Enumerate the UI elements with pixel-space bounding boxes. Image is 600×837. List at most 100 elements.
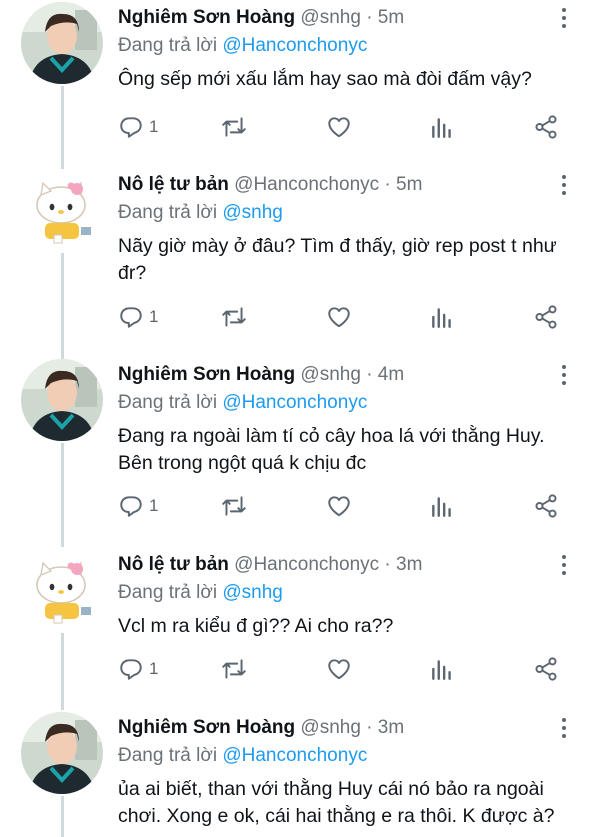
replying-to-handle[interactable]: @snhg (222, 582, 283, 603)
handle[interactable]: @snhg (300, 364, 361, 385)
replying-to-handle[interactable]: @Hanconchonyc (222, 35, 367, 56)
more-icon[interactable] (556, 553, 572, 577)
replying-to: Đang trả lời @Hanconchonyc (118, 744, 367, 768)
action-bar: 1 (0, 303, 600, 331)
share-button[interactable] (533, 113, 559, 141)
reply-icon (120, 117, 142, 138)
reply-button[interactable]: 1 (118, 655, 158, 683)
timestamp[interactable]: · 5m (366, 7, 404, 28)
action-bar: 1 (0, 492, 600, 520)
retweet-icon (222, 307, 246, 327)
tweet-text: Vcl m ra kiểu đ gì?? Ai cho ra?? (118, 615, 394, 637)
more-icon[interactable] (556, 716, 572, 740)
share-button[interactable] (533, 303, 559, 331)
action-bar: 1 (0, 113, 600, 141)
reply-button[interactable]: 1 (118, 492, 158, 520)
handle[interactable]: @snhg (300, 717, 361, 738)
replying-label: Đang trả lời (118, 392, 218, 413)
timestamp[interactable]: · 3m (366, 717, 404, 738)
avatar[interactable] (21, 169, 103, 251)
share-button[interactable] (533, 492, 559, 520)
like-button[interactable] (326, 303, 352, 331)
more-icon[interactable] (556, 173, 572, 197)
stats-button[interactable] (430, 303, 454, 331)
display-name[interactable]: Nô lệ tư bản (118, 174, 229, 195)
stats-button[interactable] (430, 655, 454, 683)
heart-icon (328, 117, 350, 138)
retweet-button[interactable] (220, 303, 248, 331)
display-name[interactable]: Nghiêm Sơn Hoàng (118, 717, 295, 738)
reply-button[interactable]: 1 (118, 303, 158, 331)
replying-label: Đang trả lời (118, 745, 218, 766)
tweet-header: Nô lệ tư bản @Hanconchonyc · 5m (118, 173, 422, 197)
reply-thread: Nghiêm Sơn Hoàng @snhg · 5m Đang trả lời… (0, 0, 600, 837)
retweet-icon (222, 117, 246, 137)
tweet-header: Nghiêm Sơn Hoàng @snhg · 5m (118, 6, 404, 30)
heart-icon (328, 659, 350, 680)
stats-button[interactable] (430, 113, 454, 141)
more-icon[interactable] (556, 6, 572, 30)
replying-to-handle[interactable]: @snhg (222, 202, 283, 223)
stats-button[interactable] (430, 492, 454, 520)
more-icon[interactable] (556, 363, 572, 387)
replying-label: Đang trả lời (118, 202, 218, 223)
display-name[interactable]: Nghiêm Sơn Hoàng (118, 7, 295, 28)
avatar[interactable] (21, 549, 103, 631)
retweet-icon (222, 659, 246, 679)
reply-button[interactable]: 1 (118, 113, 158, 141)
tweet[interactable]: Nô lệ tư bản @Hanconchonyc · 3m Đang trả… (0, 547, 600, 710)
retweet-button[interactable] (220, 492, 248, 520)
timestamp[interactable]: · 3m (384, 554, 422, 575)
tweet-header: Nô lệ tư bản @Hanconchonyc · 3m (118, 553, 422, 577)
handle[interactable]: @snhg (300, 7, 361, 28)
avatar[interactable] (21, 2, 103, 84)
heart-icon (328, 496, 350, 517)
tweet-header: Nghiêm Sơn Hoàng @snhg · 3m (118, 716, 404, 740)
replying-to: Đang trả lời @Hanconchonyc (118, 391, 367, 415)
handle[interactable]: @Hanconchonyc (234, 174, 379, 195)
timestamp[interactable]: · 4m (366, 364, 404, 385)
tweet[interactable]: Nghiêm Sơn Hoàng @snhg · 3m Đang trả lời… (0, 710, 600, 837)
share-icon (535, 305, 557, 329)
replying-to: Đang trả lời @snhg (118, 201, 283, 225)
tweet[interactable]: Nô lệ tư bản @Hanconchonyc · 5m Đang trả… (0, 167, 600, 359)
reply-count: 1 (149, 307, 159, 326)
stats-icon (432, 118, 451, 138)
thread-line (61, 796, 64, 837)
timestamp[interactable]: · 5m (384, 174, 422, 195)
share-icon (535, 657, 557, 681)
tweet[interactable]: Nghiêm Sơn Hoàng @snhg · 4m Đang trả lời… (0, 357, 600, 547)
reply-count: 1 (149, 659, 159, 678)
stats-icon (432, 308, 451, 328)
replying-to: Đang trả lời @snhg (118, 581, 283, 605)
like-button[interactable] (326, 113, 352, 141)
tweet-text: Đang ra ngoài làm tí cỏ cây hoa lá với t… (118, 425, 545, 474)
share-icon (535, 494, 557, 518)
tweet-text: Ông sếp mới xấu lắm hay sao mà đòi đấm v… (118, 68, 532, 90)
replying-to-handle[interactable]: @Hanconchonyc (222, 745, 367, 766)
display-name[interactable]: Nô lệ tư bản (118, 554, 229, 575)
reply-count: 1 (149, 496, 159, 515)
tweet-header: Nghiêm Sơn Hoàng @snhg · 4m (118, 363, 404, 387)
share-icon (535, 115, 557, 139)
avatar[interactable] (21, 712, 103, 794)
reply-icon (120, 307, 142, 328)
like-button[interactable] (326, 492, 352, 520)
action-bar: 1 (0, 655, 600, 683)
tweet[interactable]: Nghiêm Sơn Hoàng @snhg · 5m Đang trả lời… (0, 0, 600, 168)
retweet-button[interactable] (220, 113, 248, 141)
retweet-button[interactable] (220, 655, 248, 683)
replying-to-handle[interactable]: @Hanconchonyc (222, 392, 367, 413)
reply-count: 1 (149, 117, 159, 136)
replying-to: Đang trả lời @Hanconchonyc (118, 34, 367, 58)
share-button[interactable] (533, 655, 559, 683)
tweet-text: ủa ai biết, than với thằng Huy cái nó bả… (118, 778, 555, 827)
like-button[interactable] (326, 655, 352, 683)
heart-icon (328, 307, 350, 328)
handle[interactable]: @Hanconchonyc (234, 554, 379, 575)
replying-label: Đang trả lời (118, 582, 218, 603)
tweet-text: Nãy giờ mày ở đâu? Tìm đ thấy, giờ rep p… (118, 235, 557, 284)
retweet-icon (222, 496, 246, 516)
display-name[interactable]: Nghiêm Sơn Hoàng (118, 364, 295, 385)
avatar[interactable] (21, 359, 103, 441)
